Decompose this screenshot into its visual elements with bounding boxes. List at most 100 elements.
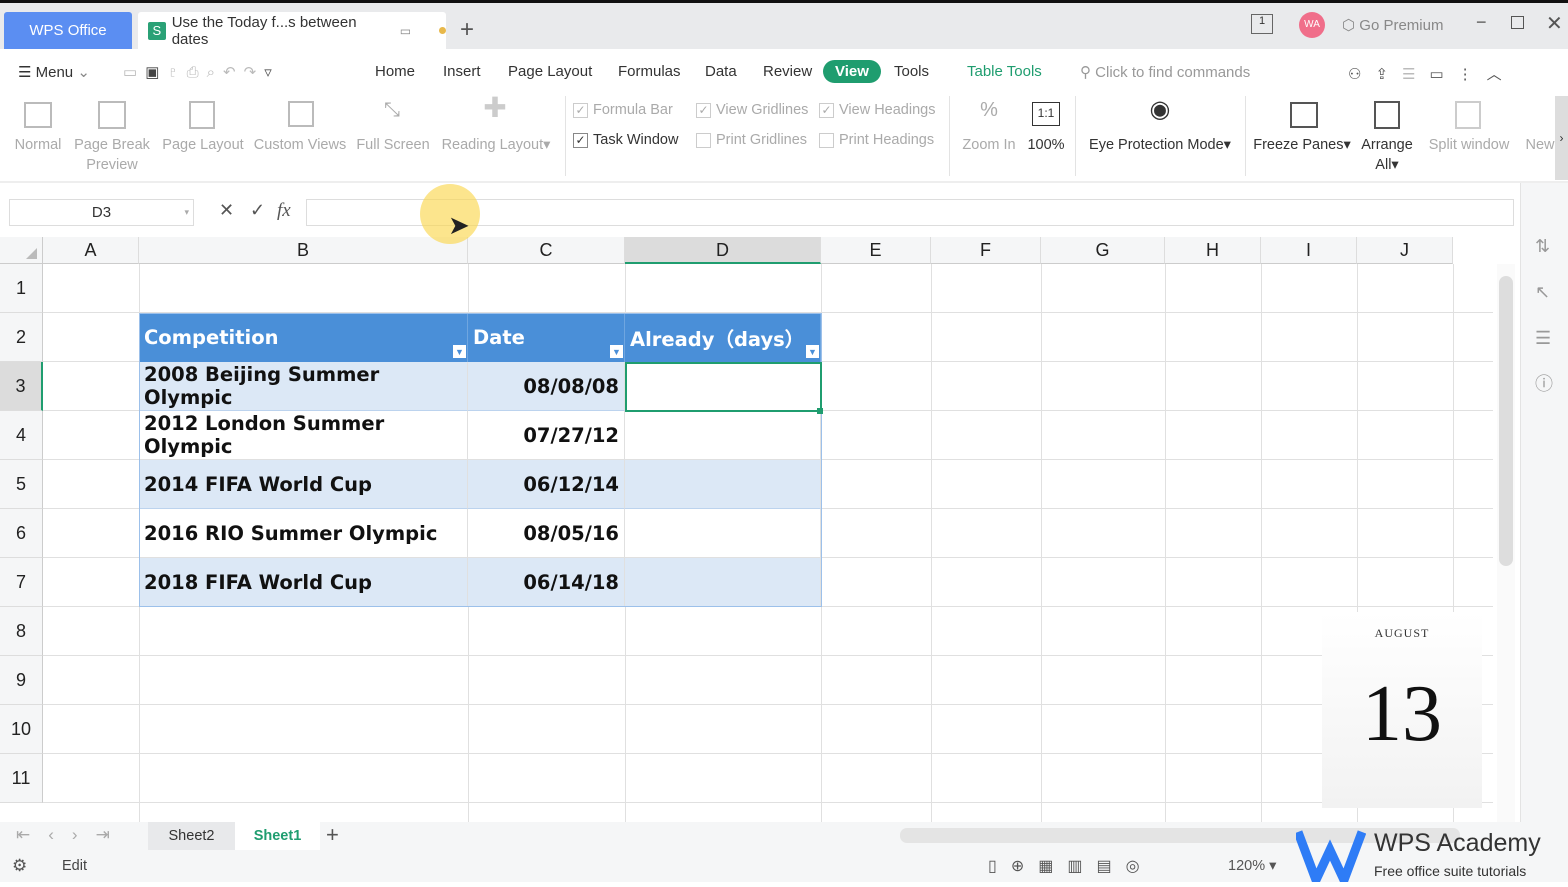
table-cell[interactable]: 08/08/08 (468, 362, 625, 411)
table-cell[interactable] (625, 558, 821, 607)
open-icon[interactable]: ▭ (123, 64, 145, 81)
prev-sheet-icon[interactable]: ‹ (48, 825, 72, 844)
table-cell[interactable]: 06/12/14 (468, 460, 625, 509)
name-box[interactable]: D3 ▾ (9, 199, 194, 226)
view-gridlines-checkbox[interactable]: ✓ View Gridlines (696, 102, 808, 118)
table-cell[interactable]: 2008 Beijing Summer Olympic (139, 362, 468, 411)
eye-protection-button[interactable]: Eye Protection Mode▾ (1082, 135, 1238, 155)
normal-view-button[interactable]: Normal (8, 135, 68, 155)
sheet-tab-sheet1[interactable]: Sheet1 (235, 822, 320, 850)
sheet-tab-sheet2[interactable]: Sheet2 (148, 822, 235, 850)
table-cell[interactable] (625, 460, 821, 509)
column-header-d[interactable]: D (625, 237, 821, 264)
page-break-preview-button[interactable]: Page Break Preview (72, 135, 152, 175)
split-window-button[interactable]: Split window (1424, 135, 1514, 155)
collapse-ribbon-icon[interactable]: ︿ (1487, 66, 1516, 83)
task-window-checkbox[interactable]: ✓ Task Window (573, 132, 678, 148)
page-layout-button[interactable]: Page Layout (160, 135, 246, 155)
view-mode-buttons[interactable]: ▯⊕▦▥▤◎ (988, 856, 1154, 876)
row-header-6[interactable]: 6 (0, 509, 43, 558)
row-header-2[interactable]: 2 (0, 313, 43, 362)
help-icon[interactable]: ⓘ (1535, 361, 1568, 407)
table-cell[interactable]: 2016 RIO Summer Olympic (139, 509, 468, 558)
top-right-tools[interactable]: ⚇⇪☰▭⋮︿ (1348, 63, 1516, 84)
go-premium-button[interactable]: ⬡ Go Premium (1342, 16, 1443, 34)
settings-sliders-icon[interactable]: ☰ (1535, 315, 1568, 361)
format-painter-icon[interactable]: ♇ (167, 64, 186, 81)
minimize-button[interactable]: − (1476, 12, 1487, 33)
print-preview-icon[interactable]: ⌕ (207, 64, 223, 81)
print-gridlines-checkbox[interactable]: Print Gridlines (696, 132, 807, 148)
add-user-icon[interactable]: ⚇ (1348, 66, 1375, 83)
confirm-icon[interactable]: ✓ (250, 200, 265, 221)
table-cell[interactable]: 06/14/18 (468, 558, 625, 607)
column-header-f[interactable]: F (931, 237, 1041, 264)
arrange-all-button[interactable]: Arrange All▾ (1357, 135, 1417, 175)
selected-cell-d3[interactable] (625, 362, 822, 412)
filter-dropdown-icon[interactable]: ▼ (452, 344, 467, 359)
table-cell[interactable] (625, 411, 821, 460)
row-header-7[interactable]: 7 (0, 558, 43, 607)
tab-home[interactable]: Home (375, 63, 415, 80)
column-header-a[interactable]: A (43, 237, 139, 264)
macro-icon[interactable]: ⚙ (12, 856, 27, 876)
row-header-5[interactable]: 5 (0, 460, 43, 509)
wps-office-tab[interactable]: WPS Office (4, 12, 132, 49)
close-button[interactable]: ✕ (1546, 11, 1563, 36)
table-cell[interactable]: 2018 FIFA World Cup (139, 558, 468, 607)
tab-insert[interactable]: Insert (443, 63, 481, 80)
table-header-cell[interactable]: Competition (139, 313, 468, 362)
row-header-8[interactable]: 8 (0, 607, 43, 656)
select-all-button[interactable] (0, 237, 43, 264)
tab-table-tools[interactable]: Table Tools (967, 63, 1042, 80)
share-icon[interactable]: ⇪ (1375, 66, 1402, 83)
select-icon[interactable]: ↖ (1535, 269, 1568, 315)
zoom-100-button[interactable]: 100% (1024, 135, 1068, 155)
table-header-cell[interactable]: Already（days） (625, 313, 821, 362)
custom-views-button[interactable]: Custom Views (252, 135, 348, 155)
quick-access-toolbar[interactable]: ▭▣♇⎙⌕↶↷▿ (123, 63, 280, 81)
table-cell[interactable] (625, 509, 821, 558)
freeze-panes-button[interactable]: Freeze Panes▾ (1252, 135, 1352, 155)
customize-icon[interactable]: ▿ (264, 64, 280, 81)
tab-review[interactable]: Review (763, 63, 812, 80)
maximize-button[interactable] (1511, 16, 1524, 29)
sheet-navigation[interactable]: ⇤‹›⇥ (16, 825, 128, 845)
comment-icon[interactable]: ▭ (1429, 66, 1457, 83)
filter-dropdown-icon[interactable]: ▼ (805, 344, 820, 359)
undo-icon[interactable]: ↶ (223, 64, 244, 81)
tab-formulas[interactable]: Formulas (618, 63, 681, 80)
table-cell[interactable]: 08/05/16 (468, 509, 625, 558)
tab-data[interactable]: Data (705, 63, 737, 80)
insert-function-button[interactable]: fx (277, 200, 291, 222)
row-header-1[interactable]: 1 (0, 264, 43, 313)
row-header-10[interactable]: 10 (0, 705, 43, 754)
add-sheet-button[interactable]: + (326, 822, 339, 848)
chevron-down-icon[interactable]: ▾ (184, 200, 189, 225)
normal-view-icon[interactable]: ▦ (1038, 858, 1067, 875)
menu-button[interactable]: ☰ Menu ⌄ (18, 63, 90, 81)
print-icon[interactable]: ⎙ (187, 64, 207, 81)
page-icon[interactable]: ▯ (988, 858, 1011, 875)
save-icon[interactable]: ▣ (145, 64, 167, 81)
first-sheet-icon[interactable]: ⇤ (16, 825, 48, 844)
tab-view[interactable]: View (823, 60, 881, 83)
last-sheet-icon[interactable]: ⇥ (96, 825, 128, 844)
row-header-4[interactable]: 4 (0, 411, 43, 460)
view-headings-checkbox[interactable]: ✓ View Headings (819, 102, 935, 118)
reading-layout-button[interactable]: Reading Layout▾ (438, 135, 554, 155)
row-header-11[interactable]: 11 (0, 754, 43, 803)
column-header-i[interactable]: I (1261, 237, 1357, 264)
history-icon[interactable]: ☰ (1402, 66, 1429, 83)
vertical-scrollbar[interactable] (1497, 264, 1515, 822)
formula-bar-checkbox[interactable]: ✓ Formula Bar (573, 102, 673, 118)
new-window-button[interactable]: New (1520, 135, 1560, 155)
column-header-g[interactable]: G (1041, 237, 1165, 264)
column-header-b[interactable]: B (139, 237, 468, 264)
table-header-cell[interactable]: Date (468, 313, 625, 362)
more-icon[interactable]: ⋮ (1458, 66, 1487, 83)
next-sheet-icon[interactable]: › (72, 825, 96, 844)
table-cell[interactable]: 2014 FIFA World Cup (139, 460, 468, 509)
column-header-c[interactable]: C (468, 237, 625, 264)
page-layout-view-icon[interactable]: ▥ (1067, 858, 1096, 875)
